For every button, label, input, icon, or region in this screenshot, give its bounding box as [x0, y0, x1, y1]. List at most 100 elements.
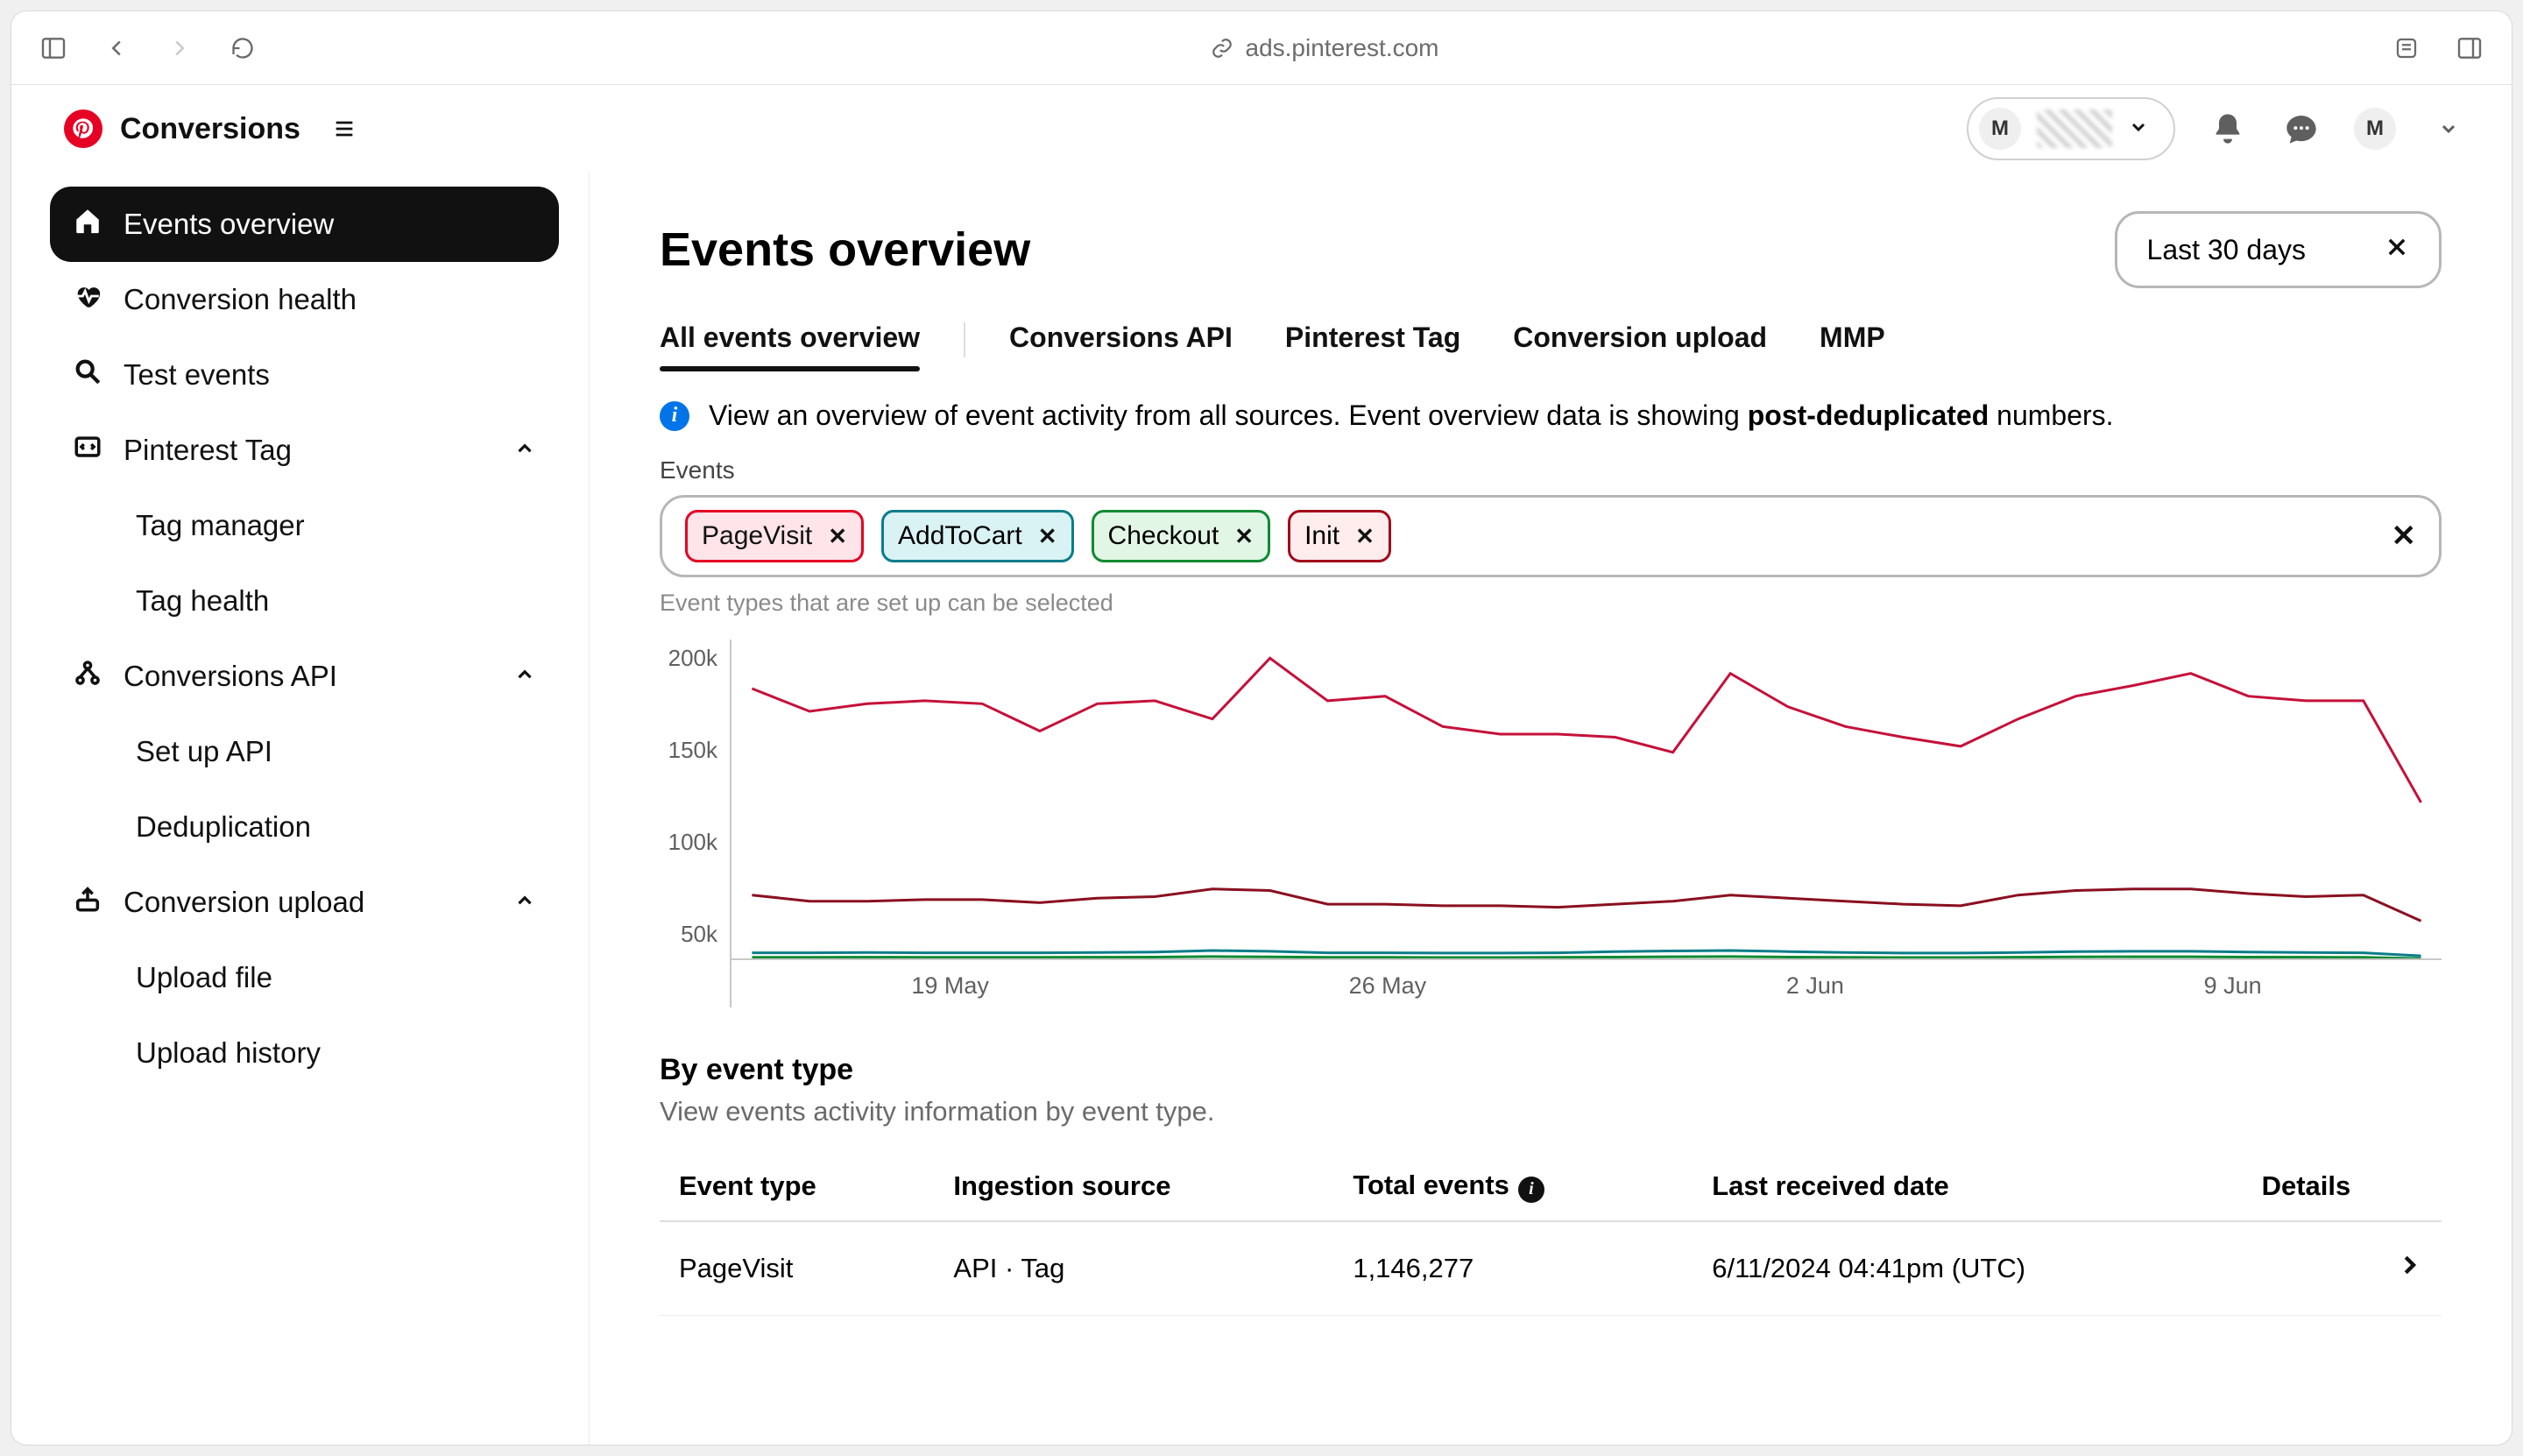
- tabs: All events overview Conversions API Pint…: [660, 322, 2442, 370]
- chip-checkout[interactable]: Checkout✕: [1092, 510, 1271, 562]
- date-range-picker[interactable]: Last 30 days: [2115, 211, 2442, 288]
- menu-icon[interactable]: [323, 108, 365, 150]
- chip-init[interactable]: Init✕: [1288, 510, 1391, 562]
- close-icon[interactable]: ✕: [1355, 523, 1375, 550]
- cell-details[interactable]: [2243, 1221, 2442, 1316]
- events-hint: Event types that are set up can be selec…: [660, 590, 2442, 617]
- th-total-events[interactable]: Total eventsi: [1333, 1152, 1693, 1221]
- tab-conversions-api[interactable]: Conversions API: [1009, 322, 1233, 370]
- tab-all-events-overview[interactable]: All events overview: [660, 322, 920, 370]
- close-icon[interactable]: [2385, 234, 2409, 266]
- chart-y-axis: 200k 150k 100k 50k: [660, 640, 730, 1007]
- th-last-received[interactable]: Last received date: [1693, 1152, 2242, 1221]
- date-range-label: Last 30 days: [2147, 234, 2306, 266]
- close-icon[interactable]: ✕: [1038, 523, 1057, 550]
- sidebar-item-label: Tag health: [136, 584, 269, 618]
- heartbeat-icon: [73, 281, 102, 318]
- section-subtitle: View events activity information by even…: [660, 1096, 2442, 1127]
- account-name-redacted: [2037, 110, 2112, 148]
- sidebar-item-label: Conversion health: [124, 283, 357, 316]
- sidebar-item-deduplication[interactable]: Deduplication: [113, 789, 559, 865]
- sidebar-item-label: Tag manager: [136, 509, 305, 542]
- section-title: By event type: [660, 1053, 2442, 1087]
- sidebar-item-events-overview[interactable]: Events overview: [50, 187, 559, 262]
- sidebar-toggle-icon[interactable]: [32, 27, 74, 69]
- main-content: Events overview Last 30 days All events …: [590, 173, 2512, 1445]
- table-row[interactable]: PageVisit API · Tag 1,146,277 6/11/2024 …: [660, 1221, 2442, 1316]
- panels-icon[interactable]: [2449, 27, 2491, 69]
- tab-divider: [964, 322, 965, 357]
- th-ingestion-source[interactable]: Ingestion source: [934, 1152, 1333, 1221]
- page-title: Events overview: [660, 223, 1030, 277]
- events-table: Event type Ingestion source Total events…: [660, 1152, 2442, 1316]
- upload-icon: [73, 884, 102, 921]
- code-icon: [73, 432, 102, 469]
- th-event-type[interactable]: Event type: [660, 1152, 934, 1221]
- chat-icon[interactable]: [2280, 108, 2322, 150]
- chart-plot-area[interactable]: 19 May 26 May 2 Jun 9 Jun: [730, 640, 2442, 1007]
- sidebar-item-test-events[interactable]: Test events: [50, 337, 559, 413]
- pinterest-logo-icon[interactable]: [64, 110, 102, 148]
- reader-icon[interactable]: [2385, 27, 2428, 69]
- close-icon[interactable]: ✕: [1234, 523, 1254, 550]
- reload-icon[interactable]: [222, 27, 264, 69]
- account-switcher[interactable]: M: [1967, 97, 2175, 160]
- tab-mmp[interactable]: MMP: [1820, 322, 1885, 370]
- chip-pagevisit[interactable]: PageVisit✕: [685, 510, 864, 562]
- sidebar-item-pinterest-tag[interactable]: Pinterest Tag: [50, 413, 559, 488]
- sidebar-item-label: Pinterest Tag: [124, 434, 292, 467]
- lock-icon: [1211, 37, 1233, 60]
- chart-x-axis: 19 May 26 May 2 Jun 9 Jun: [731, 958, 2442, 1007]
- sidebar-item-label: Conversions API: [124, 660, 337, 693]
- clear-all-icon[interactable]: ✕: [2392, 519, 2417, 554]
- chevron-up-icon: [513, 886, 536, 919]
- sidebar-item-label: Upload history: [136, 1036, 321, 1070]
- info-icon: i: [660, 401, 689, 431]
- tab-conversion-upload[interactable]: Conversion upload: [1513, 322, 1767, 370]
- sidebar-item-upload-history[interactable]: Upload history: [113, 1015, 559, 1091]
- sidebar-item-tag-health[interactable]: Tag health: [113, 563, 559, 639]
- chevron-up-icon: [513, 434, 536, 467]
- close-icon[interactable]: ✕: [828, 523, 847, 550]
- sidebar-item-conversion-health[interactable]: Conversion health: [50, 262, 559, 337]
- cell-event-type: PageVisit: [660, 1221, 934, 1316]
- info-banner: i View an overview of event activity fro…: [660, 399, 2442, 432]
- browser-toolbar: ads.pinterest.com: [11, 11, 2512, 85]
- account-avatar: M: [1979, 108, 2021, 150]
- chevron-up-icon: [513, 660, 536, 693]
- sidebar-item-tag-manager[interactable]: Tag manager: [113, 488, 559, 563]
- cell-total: 1,146,277: [1333, 1221, 1693, 1316]
- back-icon[interactable]: [95, 27, 138, 69]
- sidebar-item-conversions-api[interactable]: Conversions API: [50, 639, 559, 714]
- sidebar: Events overview Conversion health Test e…: [11, 173, 590, 1445]
- cell-last: 6/11/2024 04:41pm (UTC): [1693, 1221, 2242, 1316]
- chevron-down-icon[interactable]: [2428, 108, 2470, 150]
- app-title: Conversions: [120, 112, 300, 146]
- sidebar-item-label: Upload file: [136, 961, 272, 994]
- info-icon[interactable]: i: [1518, 1177, 1544, 1203]
- chip-addtocart[interactable]: AddToCart✕: [881, 510, 1074, 562]
- search-icon: [73, 357, 102, 393]
- sidebar-item-conversion-upload[interactable]: Conversion upload: [50, 865, 559, 940]
- chevron-down-icon: [2128, 117, 2149, 142]
- cell-source: API · Tag: [934, 1221, 1333, 1316]
- sidebar-item-label: Test events: [124, 358, 270, 392]
- bell-icon[interactable]: [2207, 108, 2249, 150]
- sidebar-item-label: Deduplication: [136, 810, 311, 844]
- events-filter-input[interactable]: PageVisit✕ AddToCart✕ Checkout✕ Init✕ ✕: [660, 495, 2442, 577]
- sidebar-item-label: Conversion upload: [124, 886, 364, 919]
- tab-pinterest-tag[interactable]: Pinterest Tag: [1285, 322, 1460, 370]
- api-icon: [73, 658, 102, 695]
- sidebar-item-label: Set up API: [136, 735, 272, 768]
- events-chart: 200k 150k 100k 50k 19 May 26 May 2 Jun 9…: [660, 640, 2442, 1007]
- sidebar-item-set-up-api[interactable]: Set up API: [113, 714, 559, 789]
- sidebar-item-label: Events overview: [124, 208, 334, 241]
- app-header: Conversions M M: [11, 85, 2512, 173]
- info-text: View an overview of event activity from …: [709, 399, 2114, 432]
- sidebar-item-upload-file[interactable]: Upload file: [113, 940, 559, 1015]
- th-details[interactable]: Details: [2243, 1152, 2442, 1221]
- address-bar[interactable]: ads.pinterest.com: [1246, 34, 1439, 62]
- forward-icon: [159, 27, 201, 69]
- user-avatar[interactable]: M: [2354, 108, 2396, 150]
- home-icon: [73, 206, 102, 243]
